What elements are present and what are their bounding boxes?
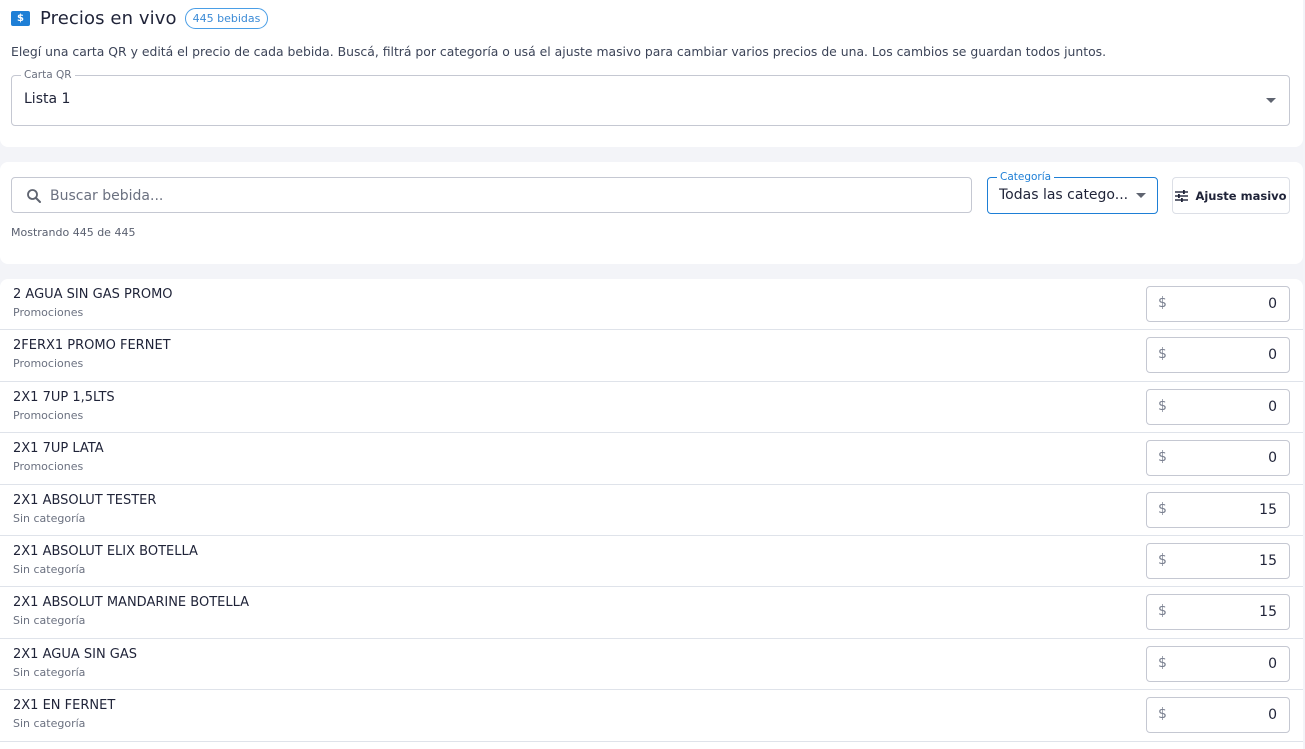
item-category: Sin categoría: [13, 614, 86, 628]
bulk-adjust-label: Ajuste masivo: [1195, 188, 1287, 203]
currency-symbol: $: [1158, 346, 1167, 363]
price-value[interactable]: 15: [1259, 604, 1277, 620]
item-category: Sin categoría: [13, 563, 86, 576]
showing-count: Mostrando 445 de 445: [11, 226, 136, 239]
category-select-label: Categoría: [997, 170, 1055, 184]
chevron-down-icon: [1136, 193, 1146, 198]
carta-select-value: Lista 1: [24, 91, 71, 107]
item-name: 2X1 7UP LATA: [13, 441, 104, 457]
currency-symbol: $: [1158, 449, 1167, 466]
chevron-down-icon: [1266, 98, 1276, 103]
list-item: 2X1 AGUA SIN GAS Sin categoría $ 0: [0, 639, 1303, 691]
item-category: Promociones: [13, 460, 84, 474]
price-value[interactable]: 15: [1259, 553, 1277, 569]
item-name: 2X1 ABSOLUT ELIX BOTELLA: [13, 544, 198, 559]
currency-symbol: $: [1158, 654, 1167, 671]
price-value[interactable]: 0: [1268, 656, 1277, 672]
currency-symbol: $: [1158, 552, 1167, 568]
price-input[interactable]: $ 15: [1146, 491, 1290, 528]
carta-select-label: Carta QR: [21, 68, 75, 82]
tune-icon: [1175, 189, 1189, 202]
price-input[interactable]: $ 15: [1146, 543, 1290, 579]
category-select[interactable]: Categoría Todas las catego...: [987, 170, 1158, 214]
item-category: Sin categoría: [13, 665, 86, 679]
filter-card: Categoría Todas las catego... Ajuste mas…: [0, 162, 1303, 264]
list-item: 2X1 EN FERNET Sin categoría $ 0: [0, 690, 1303, 742]
category-select-value: Todas las catego...: [999, 187, 1129, 203]
item-name: 2X1 ABSOLUT TESTER: [13, 492, 157, 508]
list-item: 2X1 7UP LATA Promociones $ 0: [0, 433, 1303, 485]
search-input[interactable]: [50, 185, 950, 207]
currency-symbol: $: [1158, 500, 1167, 517]
item-name: 2 AGUA SIN GAS PROMO: [13, 287, 173, 302]
price-value[interactable]: 0: [1268, 707, 1277, 723]
item-name: 2X1 ABSOLUT MANDARINE BOTELLA: [13, 595, 250, 611]
help-text: Elegí una carta QR y editá el precio de …: [11, 44, 1107, 59]
search-box[interactable]: [11, 177, 972, 213]
list-item: 2 AGUA SIN GAS PROMO Promociones $ 0: [0, 279, 1303, 331]
bulk-adjust-button[interactable]: Ajuste masivo: [1172, 177, 1290, 214]
carta-select[interactable]: Carta QR Lista 1: [11, 68, 1290, 126]
item-category: Promociones: [13, 408, 84, 422]
item-category: Sin categoría: [13, 717, 86, 731]
price-value[interactable]: 0: [1268, 399, 1277, 415]
item-name: 2X1 EN FERNET: [13, 698, 116, 714]
item-name: 2FERX1 PROMO FERNET: [13, 338, 171, 354]
currency-symbol: $: [1158, 706, 1167, 723]
price-input[interactable]: $ 0: [1146, 286, 1290, 322]
currency-symbol: $: [1158, 603, 1167, 620]
list-item: 2X1 ABSOLUT TESTER Sin categoría $ 15: [0, 485, 1303, 536]
item-category: Promociones: [13, 357, 84, 371]
count-badge: 445 bebidas: [184, 7, 269, 29]
price-input[interactable]: $ 0: [1146, 337, 1290, 374]
list-item: 2X1 ABSOLUT MANDARINE BOTELLA Sin catego…: [0, 587, 1303, 639]
price-value[interactable]: 0: [1268, 296, 1277, 312]
price-value[interactable]: 15: [1259, 502, 1277, 518]
page-title: Precios en vivo: [40, 7, 177, 29]
price-value[interactable]: 0: [1268, 450, 1277, 466]
search-icon: [27, 189, 41, 203]
item-name: 2X1 7UP 1,5LTS: [13, 389, 115, 405]
price-list: 2 AGUA SIN GAS PROMO Promociones $ 0 2FE…: [0, 279, 1303, 749]
item-category: Promociones: [13, 306, 84, 319]
price-value[interactable]: 0: [1268, 347, 1277, 363]
money-icon: $: [11, 10, 30, 26]
header-card: $ Precios en vivo 445 bebidas Elegí una …: [0, 0, 1303, 147]
item-category: Sin categoría: [13, 511, 86, 525]
price-input[interactable]: $ 0: [1146, 645, 1290, 682]
price-input[interactable]: $ 0: [1146, 697, 1290, 734]
currency-symbol: $: [1158, 397, 1167, 414]
currency-symbol: $: [1158, 295, 1167, 311]
title-row: $ Precios en vivo 445 bebidas: [11, 6, 269, 30]
list-item: 2X1 ABSOLUT ELIX BOTELLA Sin categoría $…: [0, 536, 1303, 588]
item-name: 2X1 AGUA SIN GAS: [13, 646, 138, 662]
price-input[interactable]: $ 0: [1146, 440, 1290, 477]
price-input[interactable]: $ 15: [1146, 594, 1290, 631]
list-item: 2FERX1 PROMO FERNET Promociones $ 0: [0, 330, 1303, 382]
price-input[interactable]: $ 0: [1146, 388, 1290, 425]
list-item: 2X1 7UP 1,5LTS Promociones $ 0: [0, 382, 1303, 434]
